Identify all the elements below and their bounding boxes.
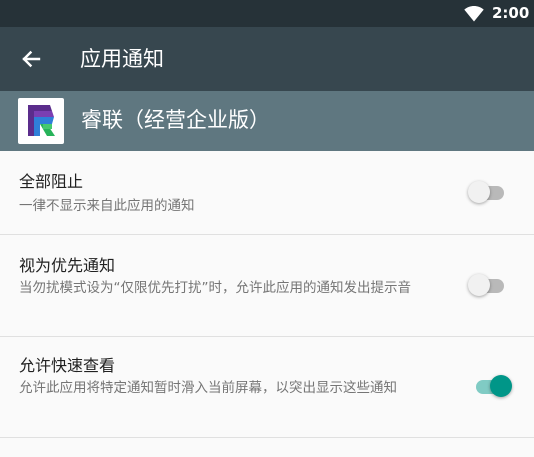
app-name: 睿联（经营企业版） <box>81 108 270 132</box>
setting-row-block-all[interactable]: 全部阻止 一律不显示来自此应用的通知 <box>0 151 534 234</box>
setting-title: 允许快速查看 <box>19 356 116 375</box>
switch-thumb <box>468 181 490 203</box>
switch-thumb <box>468 274 490 296</box>
block-all-switch[interactable] <box>468 181 508 205</box>
setting-row-priority[interactable]: 视为优先通知 当勿扰模式设为“仅限优先打扰”时，允许此应用的通知发出提示音 <box>0 235 534 336</box>
app-header: 睿联（经营企业版） <box>0 91 534 151</box>
peek-switch[interactable] <box>474 375 514 399</box>
setting-title: 视为优先通知 <box>19 256 116 275</box>
setting-title: 全部阻止 <box>19 172 84 191</box>
app-logo-icon <box>18 98 64 144</box>
setting-row-peek[interactable]: 允许快速查看 允许此应用将特定通知暂时滑入当前屏幕，以突出显示这些通知 <box>0 337 534 437</box>
arrow-back-icon[interactable] <box>18 46 44 72</box>
wifi-icon <box>464 6 484 22</box>
priority-switch[interactable] <box>468 274 508 298</box>
divider <box>0 437 534 438</box>
page-title: 应用通知 <box>80 47 164 71</box>
status-bar: 2:00 <box>0 0 534 27</box>
setting-summary: 允许此应用将特定通知暂时滑入当前屏幕，以突出显示这些通知 <box>19 380 397 396</box>
setting-summary: 一律不显示来自此应用的通知 <box>19 198 195 214</box>
setting-summary: 当勿扰模式设为“仅限优先打扰”时，允许此应用的通知发出提示音 <box>19 280 411 296</box>
switch-thumb <box>490 375 512 397</box>
toolbar: 应用通知 <box>0 27 534 91</box>
status-time: 2:00 <box>492 4 530 22</box>
